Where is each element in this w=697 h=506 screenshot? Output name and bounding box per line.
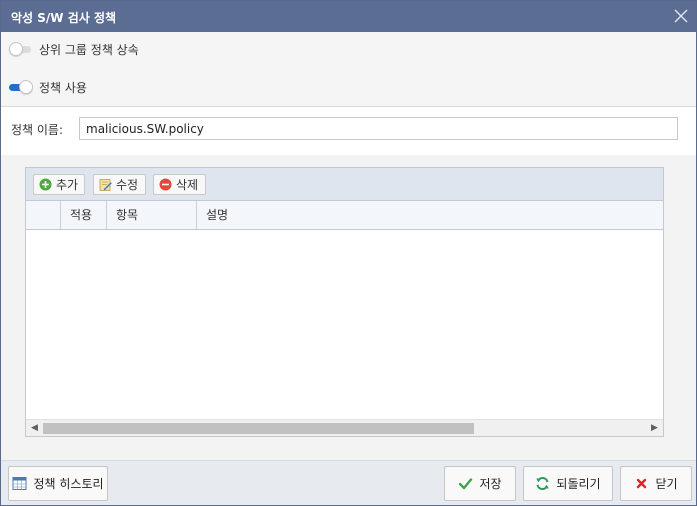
scroll-right-icon[interactable]: ▶	[650, 423, 659, 433]
policy-history-label: 정책 히스토리	[33, 477, 104, 491]
policy-name-label: 정책 이름:	[11, 123, 64, 137]
grid-toolbar: 추가 수정 삭제	[26, 168, 663, 201]
content-area: 추가 수정 삭제 적용 항목 설명 ◀ ▶	[1, 155, 696, 460]
close-x-icon	[634, 476, 649, 491]
revert-label: 되돌리기	[556, 477, 601, 491]
column-header-select[interactable]	[26, 201, 61, 229]
dialog-footer: 정책 히스토리 저장 되돌리기 닫기	[1, 460, 696, 505]
enable-toggle-row: 정책 사용	[9, 77, 87, 97]
grid-body	[26, 230, 663, 418]
inherit-toggle-switch[interactable]	[9, 42, 33, 56]
enable-toggle-label: 정책 사용	[39, 80, 87, 95]
add-button[interactable]: 추가	[33, 174, 85, 195]
policy-name-row: 정책 이름:	[1, 107, 696, 155]
dialog-title: 악성 S/W 검사 정책	[11, 11, 117, 25]
minus-circle-icon	[159, 178, 172, 191]
edit-note-icon	[99, 178, 112, 191]
close-icon[interactable]	[672, 7, 690, 25]
enable-toggle-switch[interactable]	[9, 80, 33, 94]
policy-history-button[interactable]: 정책 히스토리	[8, 466, 108, 501]
save-label: 저장	[479, 477, 502, 491]
scroll-left-icon[interactable]: ◀	[30, 423, 39, 433]
edit-button[interactable]: 수정	[93, 174, 146, 195]
refresh-icon	[535, 476, 550, 491]
policy-name-input[interactable]	[79, 117, 678, 140]
close-label: 닫기	[655, 477, 678, 491]
plus-circle-icon	[39, 178, 52, 191]
column-header-item[interactable]: 항목	[107, 201, 197, 229]
delete-button-label: 삭제	[176, 178, 199, 192]
horizontal-scrollbar[interactable]: ◀ ▶	[26, 419, 663, 436]
save-button[interactable]: 저장	[444, 466, 516, 501]
revert-button[interactable]: 되돌리기	[523, 466, 613, 501]
edit-button-label: 수정	[116, 178, 139, 192]
column-header-apply[interactable]: 적용	[61, 201, 107, 229]
policy-items-grid: 추가 수정 삭제 적용 항목 설명 ◀ ▶	[25, 167, 664, 437]
close-button[interactable]: 닫기	[620, 466, 692, 501]
toggle-section: 상위 그룹 정책 상속 정책 사용	[1, 32, 696, 107]
delete-button[interactable]: 삭제	[153, 174, 206, 195]
scrollbar-thumb[interactable]	[43, 423, 474, 434]
policy-dialog: 악성 S/W 검사 정책 상위 그룹 정책 상속 정책 사용 정책 이름: ma…	[0, 0, 697, 506]
inherit-toggle-row: 상위 그룹 정책 상속	[9, 39, 139, 59]
inherit-toggle-label: 상위 그룹 정책 상속	[39, 42, 139, 57]
dialog-titlebar[interactable]: 악성 S/W 검사 정책	[1, 1, 696, 32]
add-button-label: 추가	[56, 178, 79, 192]
column-header-description[interactable]: 설명	[197, 201, 663, 229]
grid-header: 적용 항목 설명	[26, 201, 663, 230]
check-icon	[458, 476, 473, 491]
calendar-table-icon	[12, 476, 27, 491]
